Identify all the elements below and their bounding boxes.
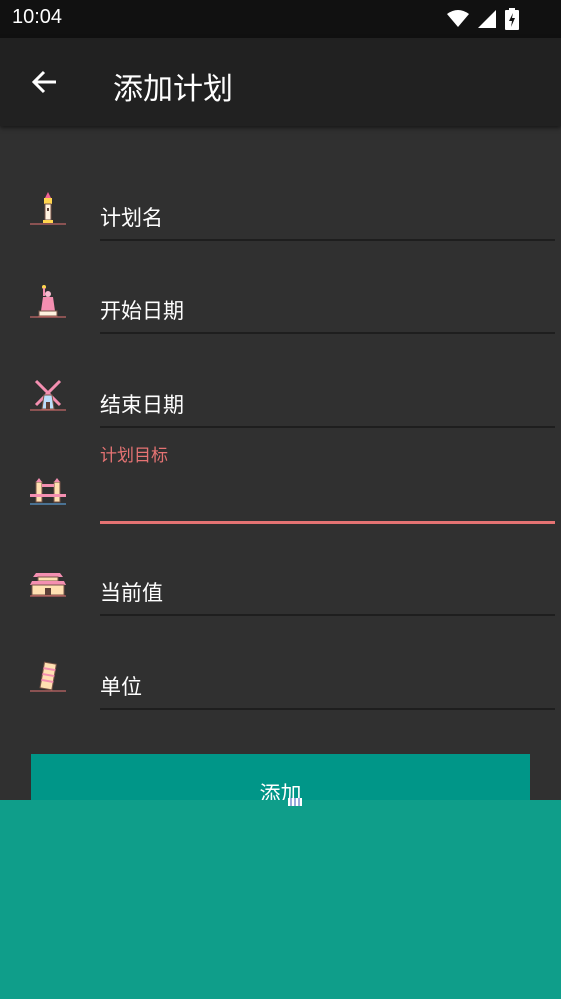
- end-date-row: 结束日期: [0, 377, 561, 433]
- wifi-icon: [447, 10, 469, 27]
- plan-target-row: 计划目标: [0, 438, 561, 528]
- start-date-hint: 开始日期: [100, 299, 184, 323]
- plan-target-label: 计划目标: [100, 446, 168, 466]
- unit-field[interactable]: 单位: [100, 659, 555, 715]
- plan-target-field[interactable]: 计划目标: [100, 438, 555, 528]
- keyboard-panel[interactable]: [0, 800, 561, 999]
- plan-name-row: 计划名: [0, 190, 561, 246]
- unit-underline: [100, 708, 555, 710]
- status-time: 10:04: [12, 6, 63, 28]
- end-date-field[interactable]: 结束日期: [100, 377, 555, 433]
- battery-charging-icon: [505, 8, 519, 30]
- current-value-underline: [100, 614, 555, 616]
- unit-row: 单位: [0, 659, 561, 715]
- plan-name-underline: [100, 239, 555, 241]
- status-icons: [447, 8, 519, 30]
- temple-icon: [30, 573, 66, 597]
- app-bar: 添加计划: [0, 38, 561, 126]
- plan-target-underline: [100, 521, 555, 524]
- windmill-icon: [30, 379, 66, 411]
- start-date-field[interactable]: 开始日期: [100, 283, 555, 339]
- signal-icon: [478, 10, 496, 28]
- tower-bridge-icon: [30, 478, 66, 505]
- plan-name-hint: 计划名: [100, 206, 163, 230]
- status-bar: 10:04: [0, 0, 561, 38]
- start-date-underline: [100, 332, 555, 334]
- back-button[interactable]: [24, 60, 64, 104]
- current-value-hint: 当前值: [100, 581, 163, 605]
- start-date-row: 开始日期: [0, 283, 561, 339]
- leaning-tower-icon: [30, 661, 66, 692]
- unit-hint: 单位: [100, 675, 142, 699]
- current-value-field[interactable]: 当前值: [100, 565, 555, 621]
- statue-of-liberty-icon: [30, 285, 66, 318]
- tower-icon: [30, 192, 66, 225]
- plan-name-field[interactable]: 计划名: [100, 190, 555, 246]
- arrow-back-icon: [31, 70, 56, 94]
- cursor-handle[interactable]: [288, 798, 302, 806]
- end-date-underline: [100, 426, 555, 428]
- page-title: 添加计划: [113, 72, 233, 107]
- current-value-row: 当前值: [0, 565, 561, 621]
- end-date-hint: 结束日期: [100, 393, 184, 417]
